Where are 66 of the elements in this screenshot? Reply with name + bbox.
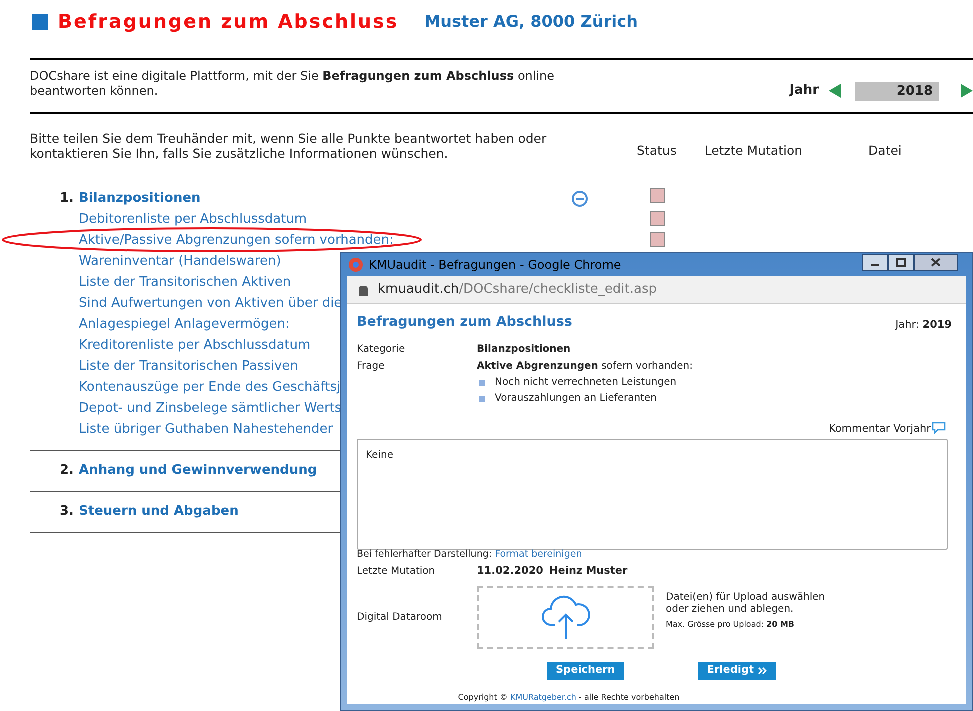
section-number: 1.: [60, 190, 75, 208]
year-text: Jahr: 2019: [896, 318, 952, 334]
section-title[interactable]: Steuern und Abgaben: [79, 502, 239, 522]
logo-icon: [32, 14, 48, 30]
field-label: Letzte Mutation: [357, 565, 436, 580]
bullet-text: Vorauszahlungen an Lieferanten: [495, 392, 657, 406]
section-number: 2.: [60, 462, 75, 480]
upload-dropzone[interactable]: [477, 586, 654, 649]
bullet-text: Noch nicht verrechneten Leistungen: [495, 376, 677, 390]
browser-logo-icon: [349, 258, 363, 272]
item-link[interactable]: Liste übriger Guthaben Nahestehender: [79, 420, 334, 440]
window-title: KMUaudit - Befragungen - Google Chrome: [369, 256, 622, 274]
next-arrow-icon[interactable]: [961, 84, 973, 98]
year-field[interactable]: 2018: [855, 82, 939, 100]
minimize-button[interactable]: [862, 254, 888, 272]
copyright-text: Copyright © KMURatgeber.ch - alle Rechte vorbehalten: [457, 692, 681, 704]
year-label: Jahr: [790, 82, 819, 100]
section-title[interactable]: Bilanzpositionen: [79, 189, 201, 209]
comment-link[interactable]: Kommentar Vorjahr: [829, 422, 931, 438]
copyright-link[interactable]: KMURatgeber.ch: [510, 693, 576, 702]
item-link[interactable]: Kreditorenliste per Abschlussdatum: [79, 336, 311, 356]
comment-field[interactable]: Keine: [357, 439, 948, 550]
popup-heading: Befragungen zum Abschluss: [357, 313, 572, 332]
url-text: kmuaudit.ch/DOCshare/checkliste_edit.asp: [378, 281, 657, 299]
question-text: Aktive Abgrenzungen sofern vorhanden:: [477, 360, 694, 374]
format-link[interactable]: Format bereinigen: [495, 549, 582, 560]
intro-text: DOCshare ist eine digitale Plattform, mit der Sie Befragungen zum Abschluss online beantworten können.: [30, 69, 556, 99]
field-label: Digital Dataroom: [357, 611, 444, 625]
upload-text: Datei(en) für Upload auswählen oder ziehen und ablegen.: [666, 592, 826, 616]
mutation-user: Heinz Muster: [549, 564, 628, 580]
section-number: 3.: [60, 503, 75, 522]
item-link[interactable]: Depot- und Zinsbelege sämtlicher Werts: [79, 398, 342, 418]
item-link[interactable]: Anlagespiegel Anlagevermögen:: [79, 314, 290, 334]
instruction-text: Bitte teilen Sie dem Treuhänder mit, wenn Sie alle Punkte beantwortet haben oder kontaktieren Sie Ihn, falls Sie zusätzliche Informationen wünschen.: [30, 131, 548, 161]
item-link[interactable]: Liste der Transitorischen Passiven: [79, 356, 298, 376]
column-header: Status: [637, 142, 677, 160]
company-name: Muster AG, 8000 Zürich: [424, 11, 638, 33]
bullet-icon: [479, 380, 485, 386]
lock-icon: [359, 286, 368, 296]
collapse-icon[interactable]: [572, 191, 588, 207]
item-link[interactable]: Wareninventar (Handelswaren): [79, 252, 282, 272]
bullet-icon: [479, 396, 485, 402]
double-chevron-icon: [758, 667, 768, 675]
field-label: Kategorie: [357, 343, 406, 357]
close-icon: [931, 258, 941, 268]
item-link[interactable]: Liste der Transitorischen Aktiven: [79, 272, 292, 292]
item-link[interactable]: Aktive/Passive Abgrenzungen sofern vorhanden:: [79, 230, 394, 250]
close-button[interactable]: [914, 254, 958, 272]
column-header: Letzte Mutation: [704, 142, 803, 160]
save-button[interactable]: Speichern: [547, 662, 624, 680]
column-header: Datei: [868, 142, 902, 160]
section-title[interactable]: Anhang und Gewinnverwendung: [79, 461, 318, 481]
mutation-date: 11.02.2020: [477, 564, 544, 580]
format-hint: Bei fehlerhafter Darstellung: Format bereinigen: [357, 548, 584, 562]
field-label: Frage: [357, 360, 386, 374]
page-title: Befragungen zum Abschluss: [58, 10, 399, 35]
cloud-upload-icon: [542, 594, 590, 640]
maximize-icon: [896, 258, 906, 268]
item-link[interactable]: Debitorenliste per Abschlussdatum: [79, 210, 308, 230]
category-value: Bilanzpositionen: [477, 343, 571, 357]
previous-arrow-icon[interactable]: [829, 84, 841, 98]
done-button[interactable]: Erledigt: [698, 662, 776, 680]
maximize-button[interactable]: [888, 254, 914, 272]
upload-limit: Max. Grösse pro Upload: 20 MB: [666, 619, 796, 631]
speech-bubble-icon[interactable]: [932, 422, 946, 435]
item-link[interactable]: Kontenauszüge per Ende des Geschäftsj: [79, 378, 341, 398]
